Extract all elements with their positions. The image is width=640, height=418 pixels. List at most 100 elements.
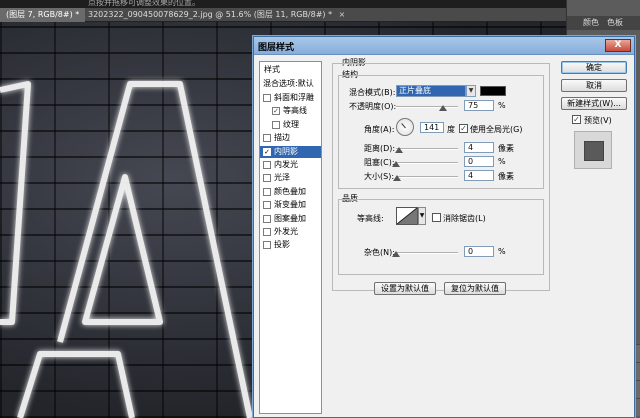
close-tab-icon[interactable]: × [339, 10, 346, 19]
noise-input[interactable]: 0 [464, 246, 494, 257]
choke-input[interactable]: 0 [464, 156, 494, 167]
style-item[interactable]: 颜色叠加 [260, 186, 321, 198]
contour-label: 等高线: [357, 214, 384, 223]
style-item[interactable]: 外发光 [260, 226, 321, 238]
new-style-button[interactable]: 新建样式(W)... [561, 97, 627, 110]
style-checkbox[interactable] [263, 201, 271, 210]
global-light-label: 使用全局光(G) [470, 125, 523, 134]
document-tab-2[interactable]: 3202322_090450078629_2.jpg @ 51.6% (图层 1… [82, 8, 351, 22]
chevron-down-icon[interactable]: ▼ [418, 207, 426, 225]
choke-slider[interactable] [392, 158, 458, 168]
style-item[interactable]: 斜面和浮雕 [260, 92, 321, 104]
style-item-label: 外发光 [274, 227, 298, 236]
slider-knob[interactable] [393, 175, 401, 181]
blend-options-item[interactable]: 混合选项:默认 [260, 78, 321, 90]
style-item-label: 投影 [274, 240, 290, 250]
angle-input[interactable]: 141 [420, 122, 444, 133]
style-checkbox[interactable] [272, 120, 280, 129]
inner-shadow-panel: 内阴影 结构 混合模式(B): 正片叠底 ▼ 不透明度(O): 75 % 角度(… [326, 57, 555, 417]
slider-track [396, 162, 458, 164]
opacity-label: 不透明度(O): [349, 102, 397, 111]
chevron-down-icon[interactable]: ▼ [466, 85, 476, 97]
opacity-slider[interactable] [396, 102, 458, 112]
style-item[interactable]: 渐变叠加 [260, 199, 321, 211]
style-checkbox[interactable] [263, 228, 271, 236]
slider-track [396, 106, 458, 108]
style-item[interactable]: 内发光 [260, 159, 321, 171]
style-checkbox[interactable] [263, 214, 271, 223]
preview-swatch [584, 141, 604, 161]
distance-slider[interactable] [395, 144, 458, 154]
style-item-label: 图案叠加 [274, 213, 306, 223]
quality-group [338, 199, 544, 275]
ok-button[interactable]: 确定 [561, 61, 627, 74]
style-item-label: 描边 [274, 133, 290, 143]
style-item[interactable]: 纹理 [260, 119, 321, 131]
angle-indicator [401, 123, 406, 129]
cancel-button[interactable]: 取消 [561, 79, 627, 92]
size-input[interactable]: 4 [464, 170, 494, 181]
style-item-label: 内发光 [274, 160, 298, 169]
preview-checkbox[interactable]: ✓ [572, 115, 581, 124]
close-button[interactable]: X [605, 39, 631, 52]
shadow-color-swatch[interactable] [480, 86, 506, 96]
noise-slider[interactable] [392, 248, 458, 258]
close-icon: X [614, 40, 622, 50]
distance-label: 距离(D): [364, 144, 396, 153]
pixel-unit: 像素 [498, 172, 514, 181]
style-item-label: 颜色叠加 [274, 186, 306, 196]
style-item-label: 纹理 [283, 119, 299, 129]
style-checkbox[interactable] [263, 161, 271, 169]
style-item-label: 内阴影 [274, 146, 298, 156]
style-item-label: 光泽 [274, 173, 290, 183]
opacity-input[interactable]: 75 [464, 100, 494, 111]
size-label: 大小(S): [364, 172, 395, 181]
global-light-checkbox[interactable]: ✓ [459, 124, 468, 133]
percent-unit: % [498, 247, 506, 256]
layer-style-dialog: 图层样式 X 样式 混合选项:默认 斜面和浮雕 ✓ 等高线 纹理 描边 ✓ 内阴影 内发光 光泽… [253, 36, 635, 418]
style-checkbox[interactable]: ✓ [263, 147, 271, 156]
contour-picker[interactable] [396, 207, 418, 225]
style-checkbox[interactable] [263, 187, 271, 196]
distance-input[interactable]: 4 [464, 142, 494, 153]
slider-knob[interactable] [395, 147, 403, 153]
percent-unit: % [498, 101, 506, 110]
style-item[interactable]: ✓ 内阴影 [260, 145, 321, 158]
style-item[interactable]: 描边 [260, 132, 321, 144]
style-checkbox[interactable] [263, 241, 271, 250]
choke-label: 阻塞(C): [364, 158, 395, 167]
reset-default-button[interactable]: 复位为默认值 [444, 282, 506, 295]
options-hint: 点按并拖移可调整效果的位置。 [88, 0, 200, 7]
style-item-label: 渐变叠加 [274, 200, 306, 210]
blend-mode-label: 混合模式(B): [349, 88, 396, 97]
style-item[interactable]: 图案叠加 [260, 213, 321, 225]
style-checkbox[interactable] [263, 94, 271, 102]
styles-list: 样式 混合选项:默认 斜面和浮雕 ✓ 等高线 纹理 描边 ✓ 内阴影 内发光 光泽 颜色叠加 渐变叠… [259, 61, 322, 414]
slider-knob[interactable] [392, 251, 400, 257]
slider-knob[interactable] [438, 105, 447, 111]
tab-color[interactable]: 颜色 [583, 16, 599, 30]
size-slider[interactable] [393, 172, 458, 182]
dialog-titlebar[interactable]: 图层样式 X [254, 37, 634, 55]
preview-label: 预览(V) [584, 116, 612, 125]
slider-track [396, 148, 458, 150]
anti-alias-checkbox[interactable] [432, 213, 441, 222]
style-item[interactable]: 投影 [260, 239, 321, 251]
angle-dial[interactable] [396, 118, 414, 136]
style-checkbox[interactable] [263, 134, 271, 143]
style-item[interactable]: ✓ 等高线 [260, 105, 321, 117]
pixel-unit: 像素 [498, 144, 514, 153]
contour-curve-icon [396, 207, 418, 225]
style-item[interactable]: 光泽 [260, 172, 321, 184]
tab-swatches[interactable]: 色板 [607, 16, 623, 30]
style-checkbox[interactable] [263, 174, 271, 183]
slider-track [396, 176, 458, 178]
set-default-button[interactable]: 设置为默认值 [374, 282, 436, 295]
document-tab-1[interactable]: (图层 7, RGB/8#) * [0, 8, 86, 22]
anti-alias-label: 消除锯齿(L) [443, 214, 486, 223]
styles-header[interactable]: 样式 [260, 64, 321, 76]
slider-knob[interactable] [392, 161, 400, 167]
style-checkbox[interactable]: ✓ [272, 107, 280, 116]
blend-mode-select[interactable]: 正片叠底 [396, 85, 466, 97]
options-bar: 点按并拖移可调整效果的位置。 [0, 0, 640, 8]
